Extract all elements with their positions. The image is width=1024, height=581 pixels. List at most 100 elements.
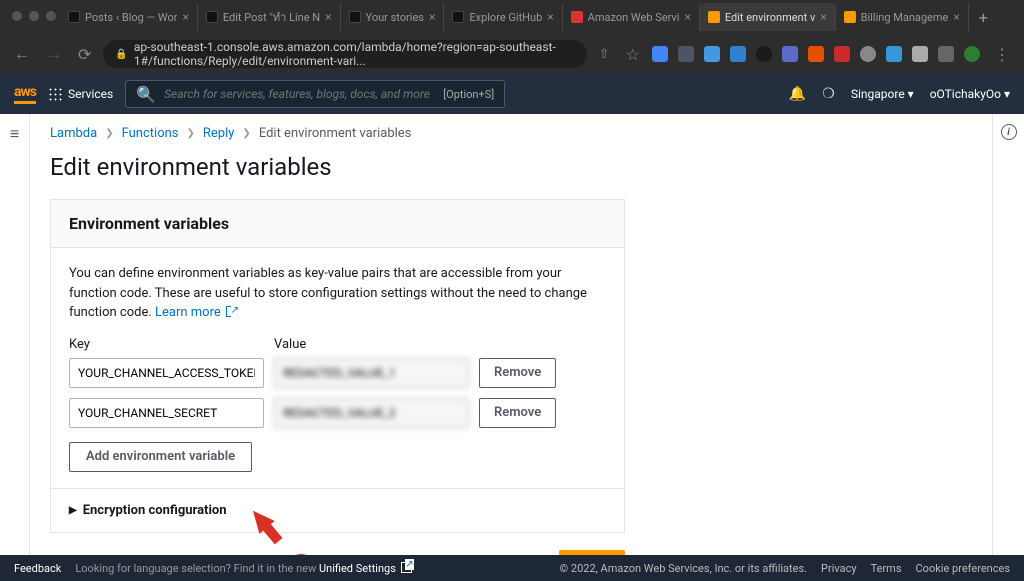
sidebar-toggle[interactable]: ≡	[0, 114, 30, 555]
notifications-icon[interactable]: 🔔	[789, 86, 806, 102]
tab-close-icon[interactable]: ×	[182, 10, 188, 24]
tab-title: Edit environment v	[725, 11, 815, 24]
tab-favicon	[68, 11, 80, 23]
tab-close-icon[interactable]: ×	[953, 10, 959, 24]
tab-favicon	[452, 11, 464, 23]
browser-chrome: Posts ‹ Blog — Wor × Edit Post "ทำ Line N ×…	[0, 0, 1024, 74]
env-vars-panel: Environment variables You can define env…	[50, 199, 625, 533]
forward-button[interactable]: →	[42, 40, 66, 68]
tab-title: Amazon Web Servi	[588, 11, 680, 24]
ext-icon[interactable]	[704, 46, 720, 62]
ext-icon[interactable]	[756, 46, 772, 62]
browser-tab[interactable]: Edit Post "ทำ Line N ×	[198, 3, 341, 31]
region-selector[interactable]: Singapore ▾	[851, 87, 914, 101]
tab-favicon	[844, 11, 856, 23]
add-env-var-button[interactable]: Add environment variable	[69, 442, 252, 472]
chevron-right-icon: ❯	[242, 128, 250, 139]
tab-title: Edit Post "ทำ Line N	[223, 8, 320, 26]
encryption-config-toggle[interactable]: ▶ Encryption configuration	[51, 488, 624, 532]
tab-title: Posts ‹ Blog — Wor	[85, 11, 177, 24]
breadcrumb-link[interactable]: Lambda	[50, 126, 97, 141]
footer: Feedback Looking for language selection?…	[0, 555, 1024, 581]
traffic-green[interactable]	[46, 11, 56, 21]
traffic-lights	[12, 11, 56, 21]
aws-top-nav: aws Services 🔍 [Option+S] 🔔 ❍ Singapore …	[0, 74, 1024, 114]
tab-close-icon[interactable]: ×	[429, 10, 435, 24]
browser-tab[interactable]: Edit environment v ×	[700, 3, 836, 31]
remove-button[interactable]: Remove	[479, 398, 556, 428]
learn-more-link[interactable]: Learn more	[155, 305, 221, 320]
terms-link[interactable]: Terms	[871, 562, 902, 575]
tab-close-icon[interactable]: ×	[547, 10, 553, 24]
url-text: ap-southeast-1.console.aws.amazon.com/la…	[134, 40, 575, 68]
ext-icon[interactable]	[782, 46, 798, 62]
copyright-text: © 2022, Amazon Web Services, Inc. or its…	[560, 562, 808, 575]
tab-close-icon[interactable]: ×	[325, 10, 331, 24]
share-button[interactable]: ⇧	[595, 43, 614, 66]
external-link-icon	[226, 306, 237, 317]
env-value-input[interactable]	[274, 398, 469, 428]
panel-title: Environment variables	[69, 214, 606, 233]
env-value-input[interactable]	[274, 358, 469, 388]
ext-icon[interactable]	[912, 46, 928, 62]
feedback-button[interactable]: Feedback	[14, 562, 61, 575]
browser-tab[interactable]: Explore GitHub×	[444, 3, 562, 31]
env-key-input[interactable]	[69, 358, 264, 388]
tab-close-icon[interactable]: ×	[684, 10, 690, 24]
tab-title: Your stories	[366, 11, 424, 24]
ext-icon[interactable]	[834, 46, 850, 62]
aws-logo[interactable]: aws	[14, 84, 36, 104]
tab-close-icon[interactable]: ×	[820, 10, 826, 24]
remove-button[interactable]: Remove	[479, 358, 556, 388]
value-column-header: Value	[274, 337, 469, 352]
tab-favicon	[349, 11, 361, 23]
breadcrumb: Lambda ❯ Functions ❯ Reply ❯ Edit enviro…	[50, 114, 972, 153]
browser-tab[interactable]: Amazon Web Servi ×	[563, 3, 700, 31]
breadcrumb-link[interactable]: Functions	[122, 126, 179, 141]
extension-icons: ⋮	[652, 41, 1014, 68]
ext-icon[interactable]	[886, 46, 902, 62]
ext-icon[interactable]	[860, 46, 876, 62]
tab-favicon	[571, 11, 583, 23]
privacy-link[interactable]: Privacy	[821, 562, 857, 575]
cookies-link[interactable]: Cookie preferences	[916, 562, 1010, 575]
new-tab-button[interactable]: +	[969, 8, 998, 27]
back-button[interactable]: ←	[10, 40, 34, 68]
form-actions: Cancel Save	[50, 533, 625, 556]
traffic-red[interactable]	[12, 11, 22, 21]
external-link-icon	[401, 562, 412, 573]
menu-button[interactable]: ⋮	[990, 41, 1014, 68]
ext-icon[interactable]	[678, 46, 694, 62]
url-box[interactable]: 🔒 ap-southeast-1.console.aws.amazon.com/…	[103, 40, 586, 68]
env-key-input[interactable]	[69, 398, 264, 428]
star-button[interactable]: ☆	[622, 41, 644, 68]
search-icon: 🔍	[136, 85, 156, 104]
breadcrumb-current: Edit environment variables	[259, 126, 412, 141]
ext-icon[interactable]	[652, 46, 668, 62]
unified-settings-link[interactable]: Unified Settings	[319, 562, 396, 575]
panel-description: You can define environment variables as …	[69, 264, 606, 323]
ext-icon[interactable]	[730, 46, 746, 62]
triangle-right-icon: ▶	[69, 505, 77, 516]
language-hint: Looking for language selection? Find it …	[75, 562, 411, 575]
services-label: Services	[68, 87, 113, 101]
info-icon: i	[1001, 124, 1017, 140]
traffic-yellow[interactable]	[29, 11, 39, 21]
profile-avatar[interactable]	[964, 46, 980, 62]
info-rail[interactable]: i	[992, 114, 1024, 555]
browser-tab[interactable]: Your stories ×	[341, 3, 445, 31]
user-menu[interactable]: oOTichakyOo ▾	[930, 87, 1010, 101]
ext-icon[interactable]	[808, 46, 824, 62]
services-button[interactable]: Services	[48, 87, 113, 101]
breadcrumb-link[interactable]: Reply	[203, 126, 235, 141]
reload-button[interactable]: ⟳	[74, 41, 95, 68]
address-bar-row: ← → ⟳ 🔒 ap-southeast-1.console.aws.amazo…	[0, 34, 1024, 74]
tab-strip: Posts ‹ Blog — Wor × Edit Post "ทำ Line N ×…	[0, 0, 1024, 34]
browser-tab[interactable]: Billing Manageme ×	[836, 3, 969, 31]
aws-search[interactable]: 🔍 [Option+S]	[125, 80, 505, 108]
search-input[interactable]	[164, 87, 435, 101]
ext-icon[interactable]	[938, 46, 954, 62]
tab-title: Billing Manageme	[861, 11, 949, 24]
help-icon[interactable]: ❍	[822, 86, 835, 102]
browser-tab[interactable]: Posts ‹ Blog — Wor ×	[60, 3, 198, 31]
